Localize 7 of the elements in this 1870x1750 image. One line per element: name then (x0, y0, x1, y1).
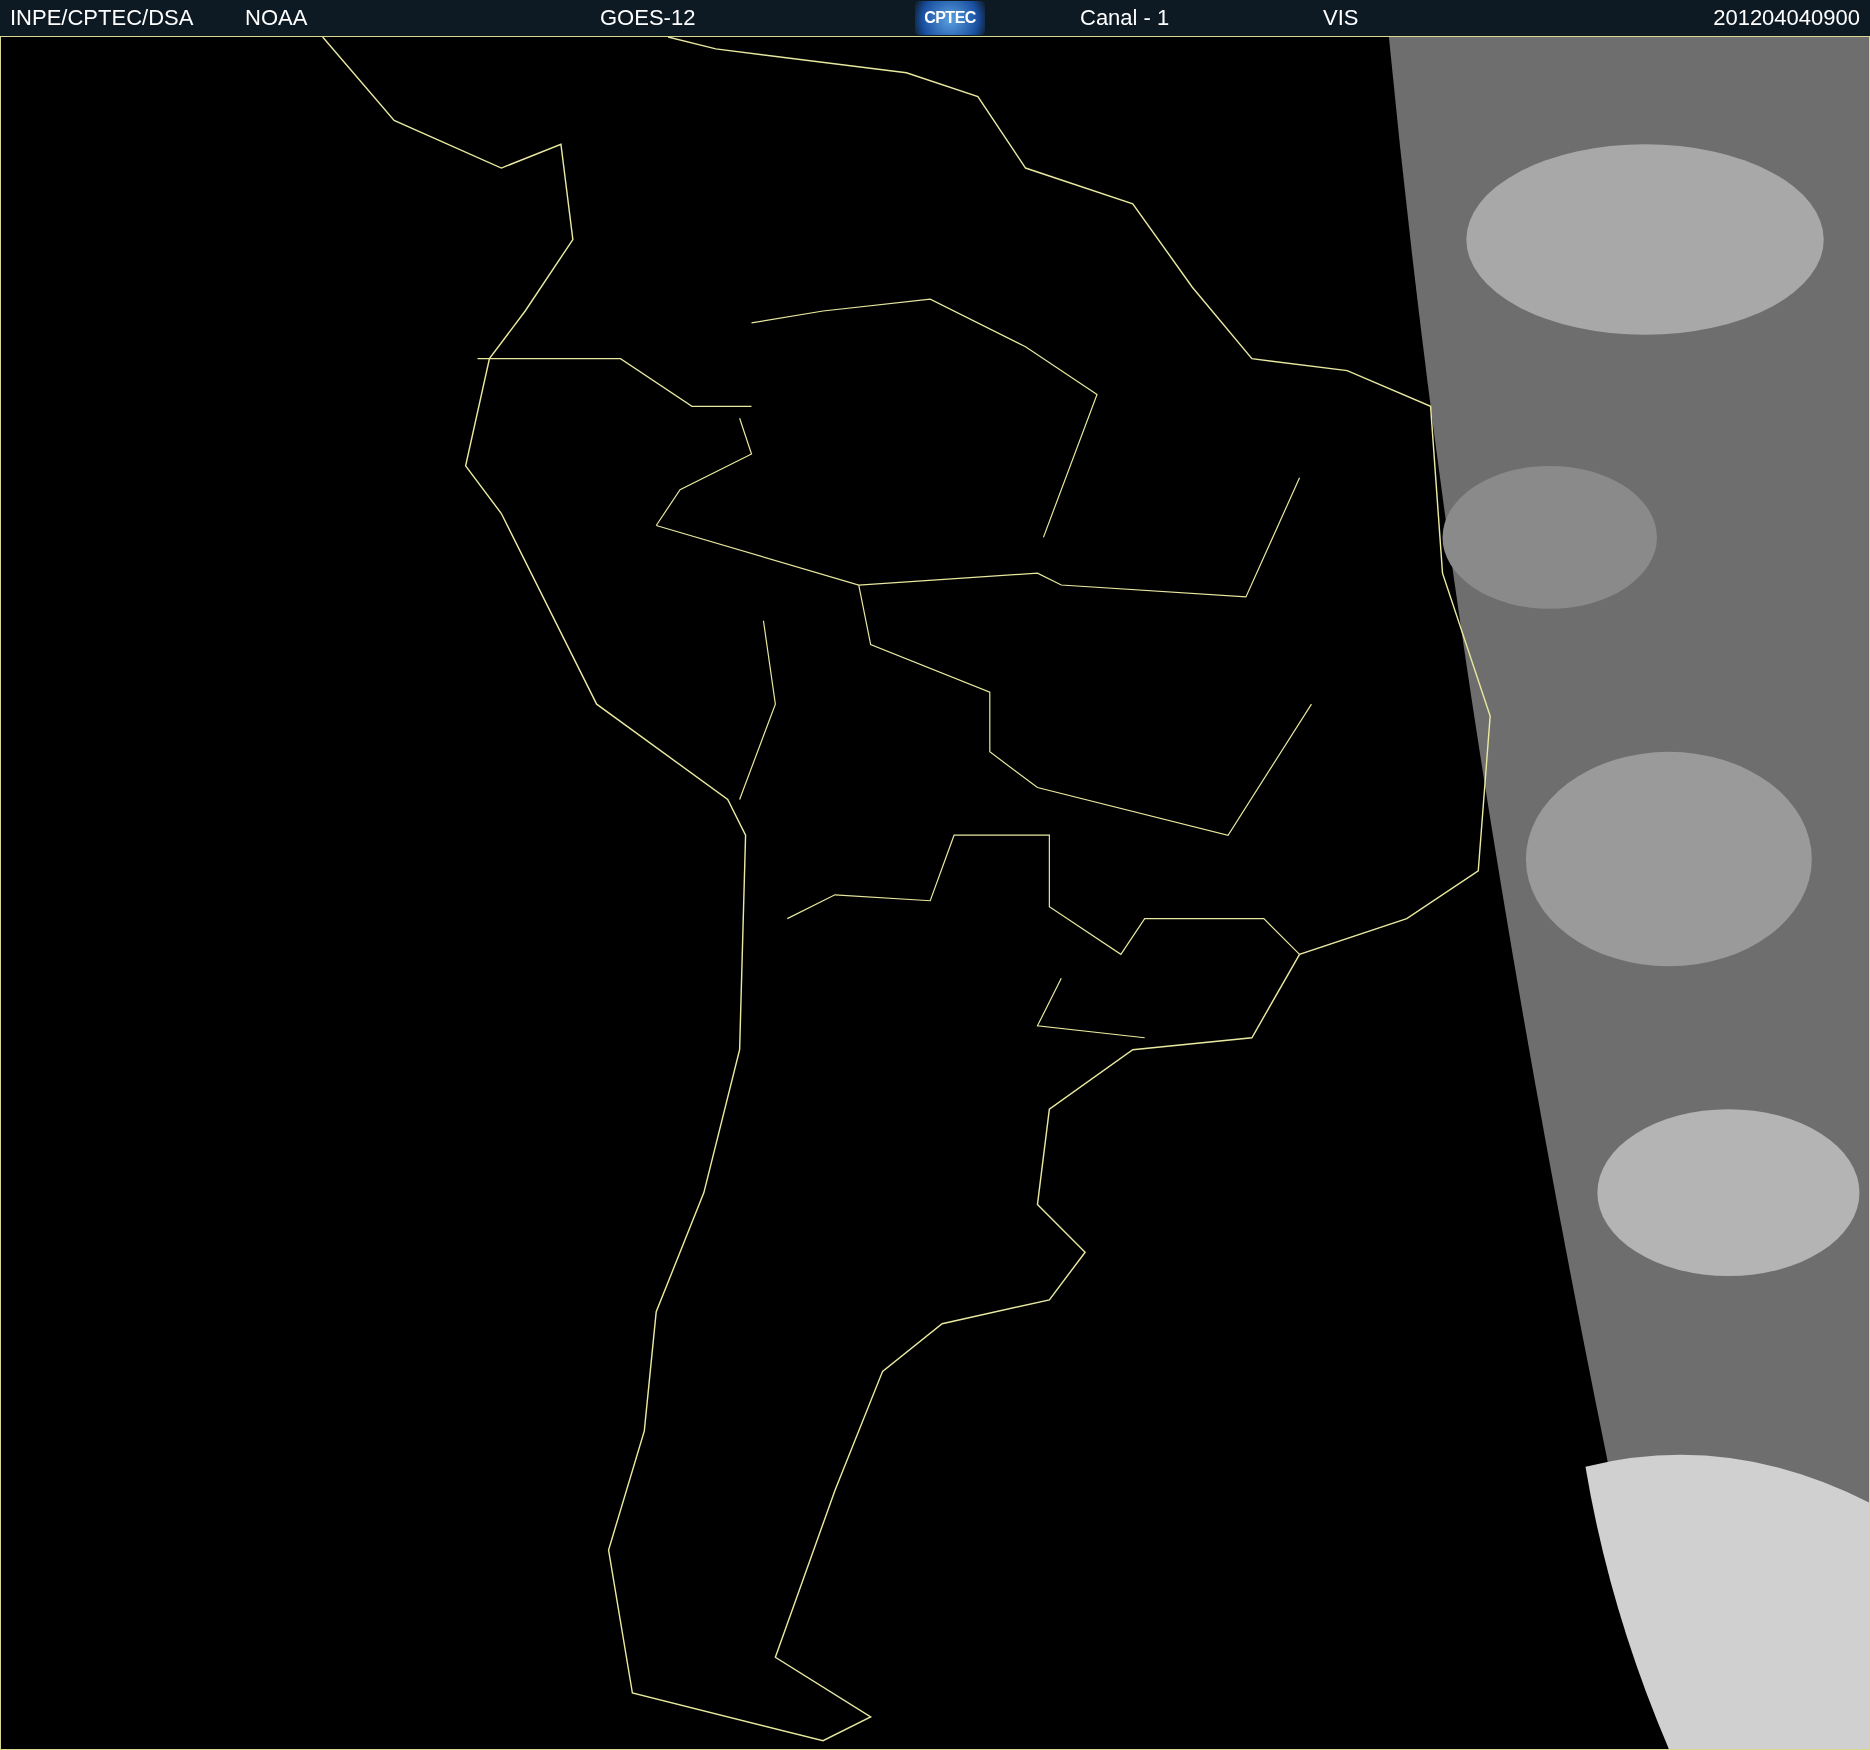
header-label: 201204040900 (1713, 5, 1860, 31)
header-label: VIS (1323, 5, 1359, 31)
header-label: INPE/CPTEC/DSA (10, 5, 194, 31)
header-label: GOES-12 (600, 5, 696, 31)
header-label: Canal - 1 (1080, 5, 1170, 31)
header-label: NOAA (245, 5, 308, 31)
logo: CPTEC (915, 1, 985, 35)
